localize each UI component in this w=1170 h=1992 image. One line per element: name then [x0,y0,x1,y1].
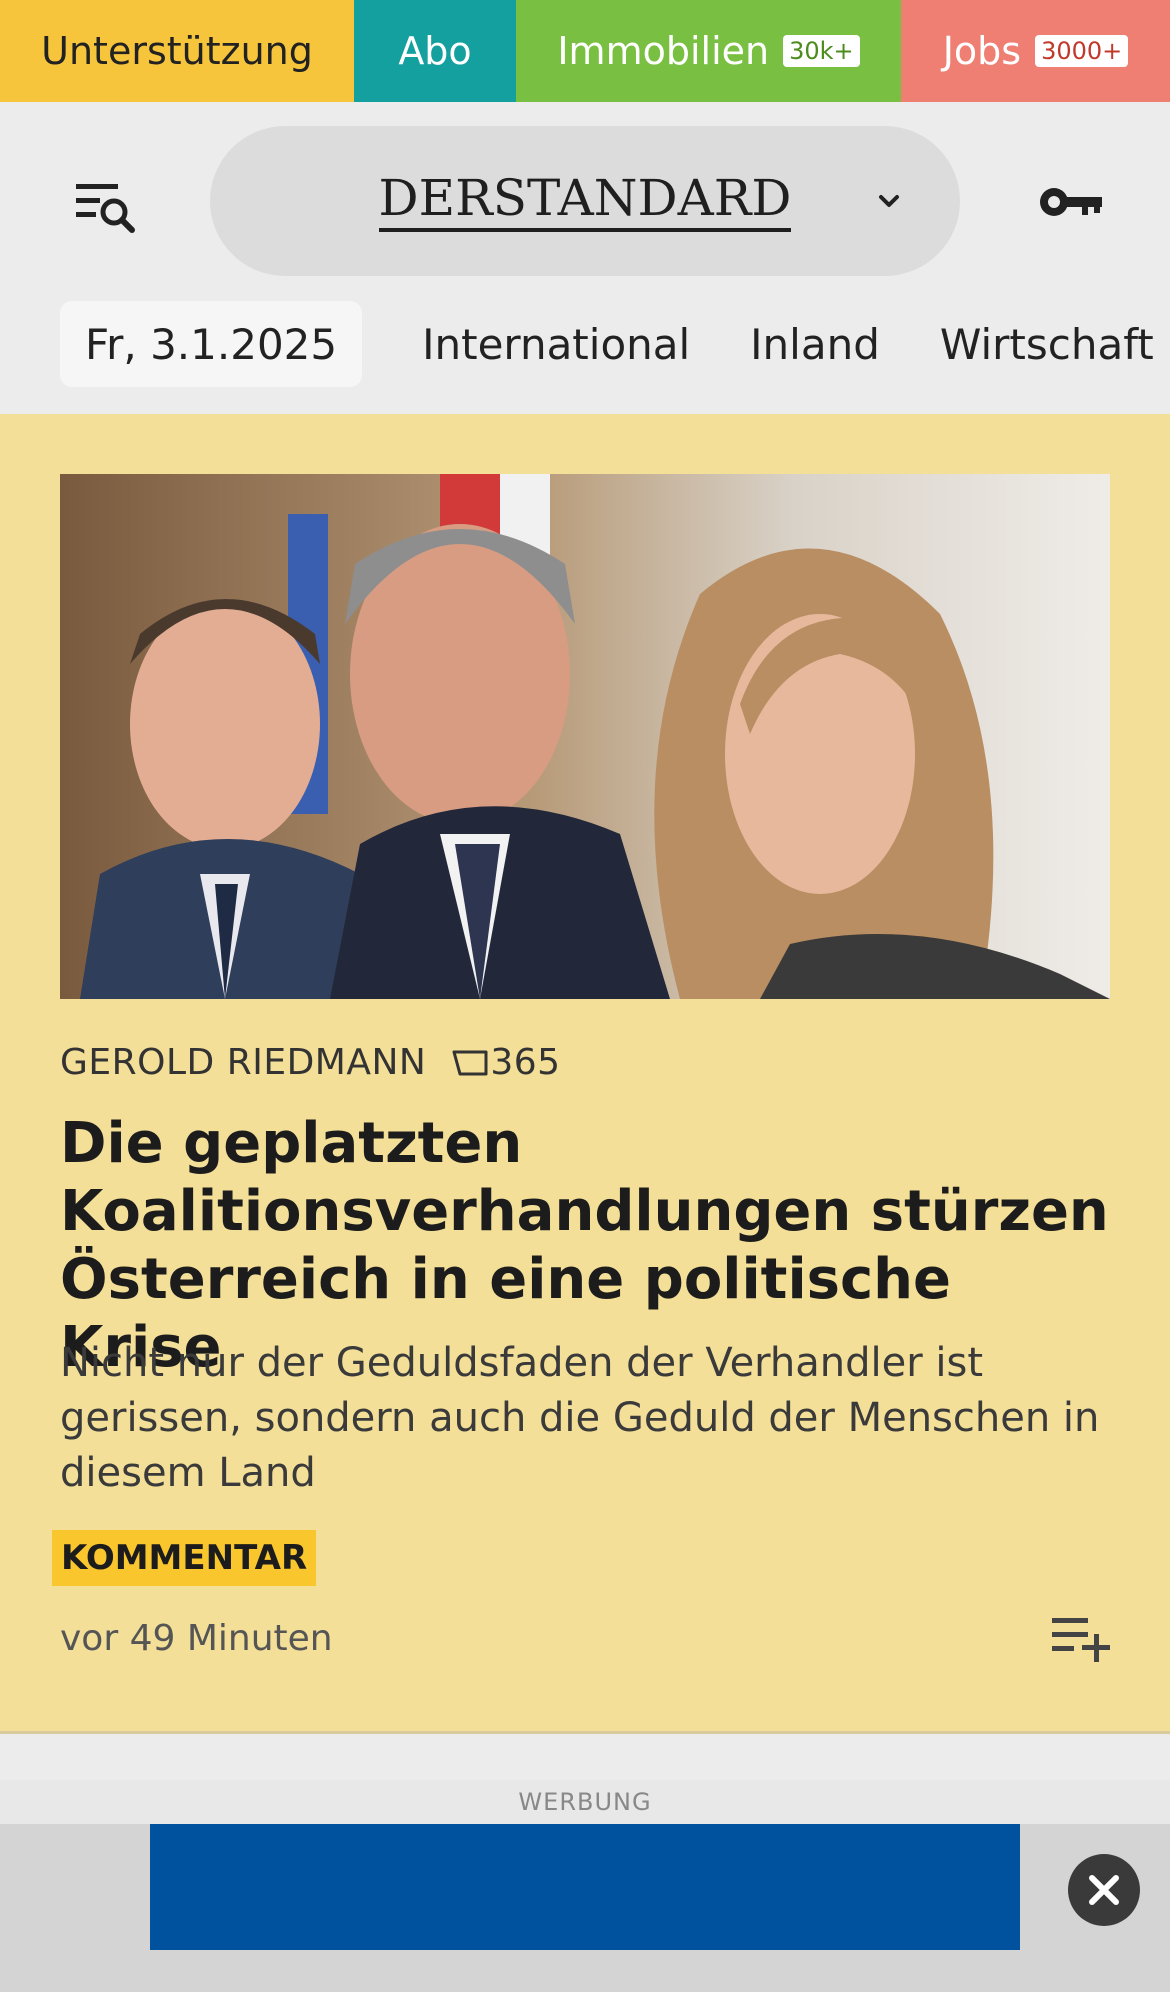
lead-article-card[interactable]: GEROLD RIEDMANN 365 Die geplatzten Koali… [0,414,1170,1734]
article-type-tag: KOMMENTAR [52,1530,317,1586]
immobilien-count-badge: 30k+ [783,35,860,67]
abo-label: Abo [398,29,472,73]
nav-item-wirtschaft[interactable]: Wirtschaft [940,320,1154,369]
add-to-list-button[interactable] [1050,1614,1112,1664]
site-logo[interactable]: DERSTANDARD [378,170,792,232]
section-navigation: Fr, 3.1.2025 International Inland Wirtsc… [0,300,1170,388]
ad-label: WERBUNG [0,1780,1170,1824]
author-name[interactable]: GEROLD RIEDMANN [60,1042,426,1083]
immobilien-label: Immobilien [557,29,770,73]
immobilien-link[interactable]: Immobilien 30k+ [516,0,901,102]
login-button[interactable] [1036,172,1106,232]
article-meta: GEROLD RIEDMANN 365 [60,1042,561,1083]
nav-item-international[interactable]: International [422,320,690,369]
playlist-add-icon [1052,1618,1110,1662]
menu-search-button[interactable] [70,174,140,238]
key-icon [1040,188,1102,216]
politicians-photo [60,474,1110,999]
support-label: Unterstützung [41,29,313,73]
abo-link[interactable]: Abo [354,0,516,102]
support-link[interactable]: Unterstützung [0,0,354,102]
ad-banner[interactable] [150,1824,1020,1950]
jobs-link[interactable]: Jobs 3000+ [901,0,1170,102]
nav-item-inland[interactable]: Inland [750,320,880,369]
comments-link[interactable]: 365 [450,1042,560,1083]
close-icon [1089,1875,1119,1905]
site-header: DERSTANDARD Fr, 3.1.2025 International I… [0,102,1170,414]
jobs-count-badge: 3000+ [1035,35,1129,67]
jobs-label: Jobs [942,29,1022,73]
comment-count: 365 [490,1042,561,1083]
close-ad-button[interactable] [1068,1854,1140,1926]
menu-search-icon [76,184,135,233]
comment-icon [452,1050,488,1075]
logo-edition-selector[interactable]: DERSTANDARD [210,126,960,276]
chevron-down-icon [879,195,899,207]
date-button[interactable]: Fr, 3.1.2025 [60,301,363,387]
article-timestamp: vor 49 Minuten [60,1618,333,1659]
article-lead: Nicht nur der Geduldsfaden der Verhandle… [60,1340,1100,1496]
ad-container [0,1824,1170,1992]
top-service-bar: Unterstützung Abo Immobilien 30k+ Jobs 3… [0,0,1170,102]
article-photo[interactable] [60,474,1110,999]
